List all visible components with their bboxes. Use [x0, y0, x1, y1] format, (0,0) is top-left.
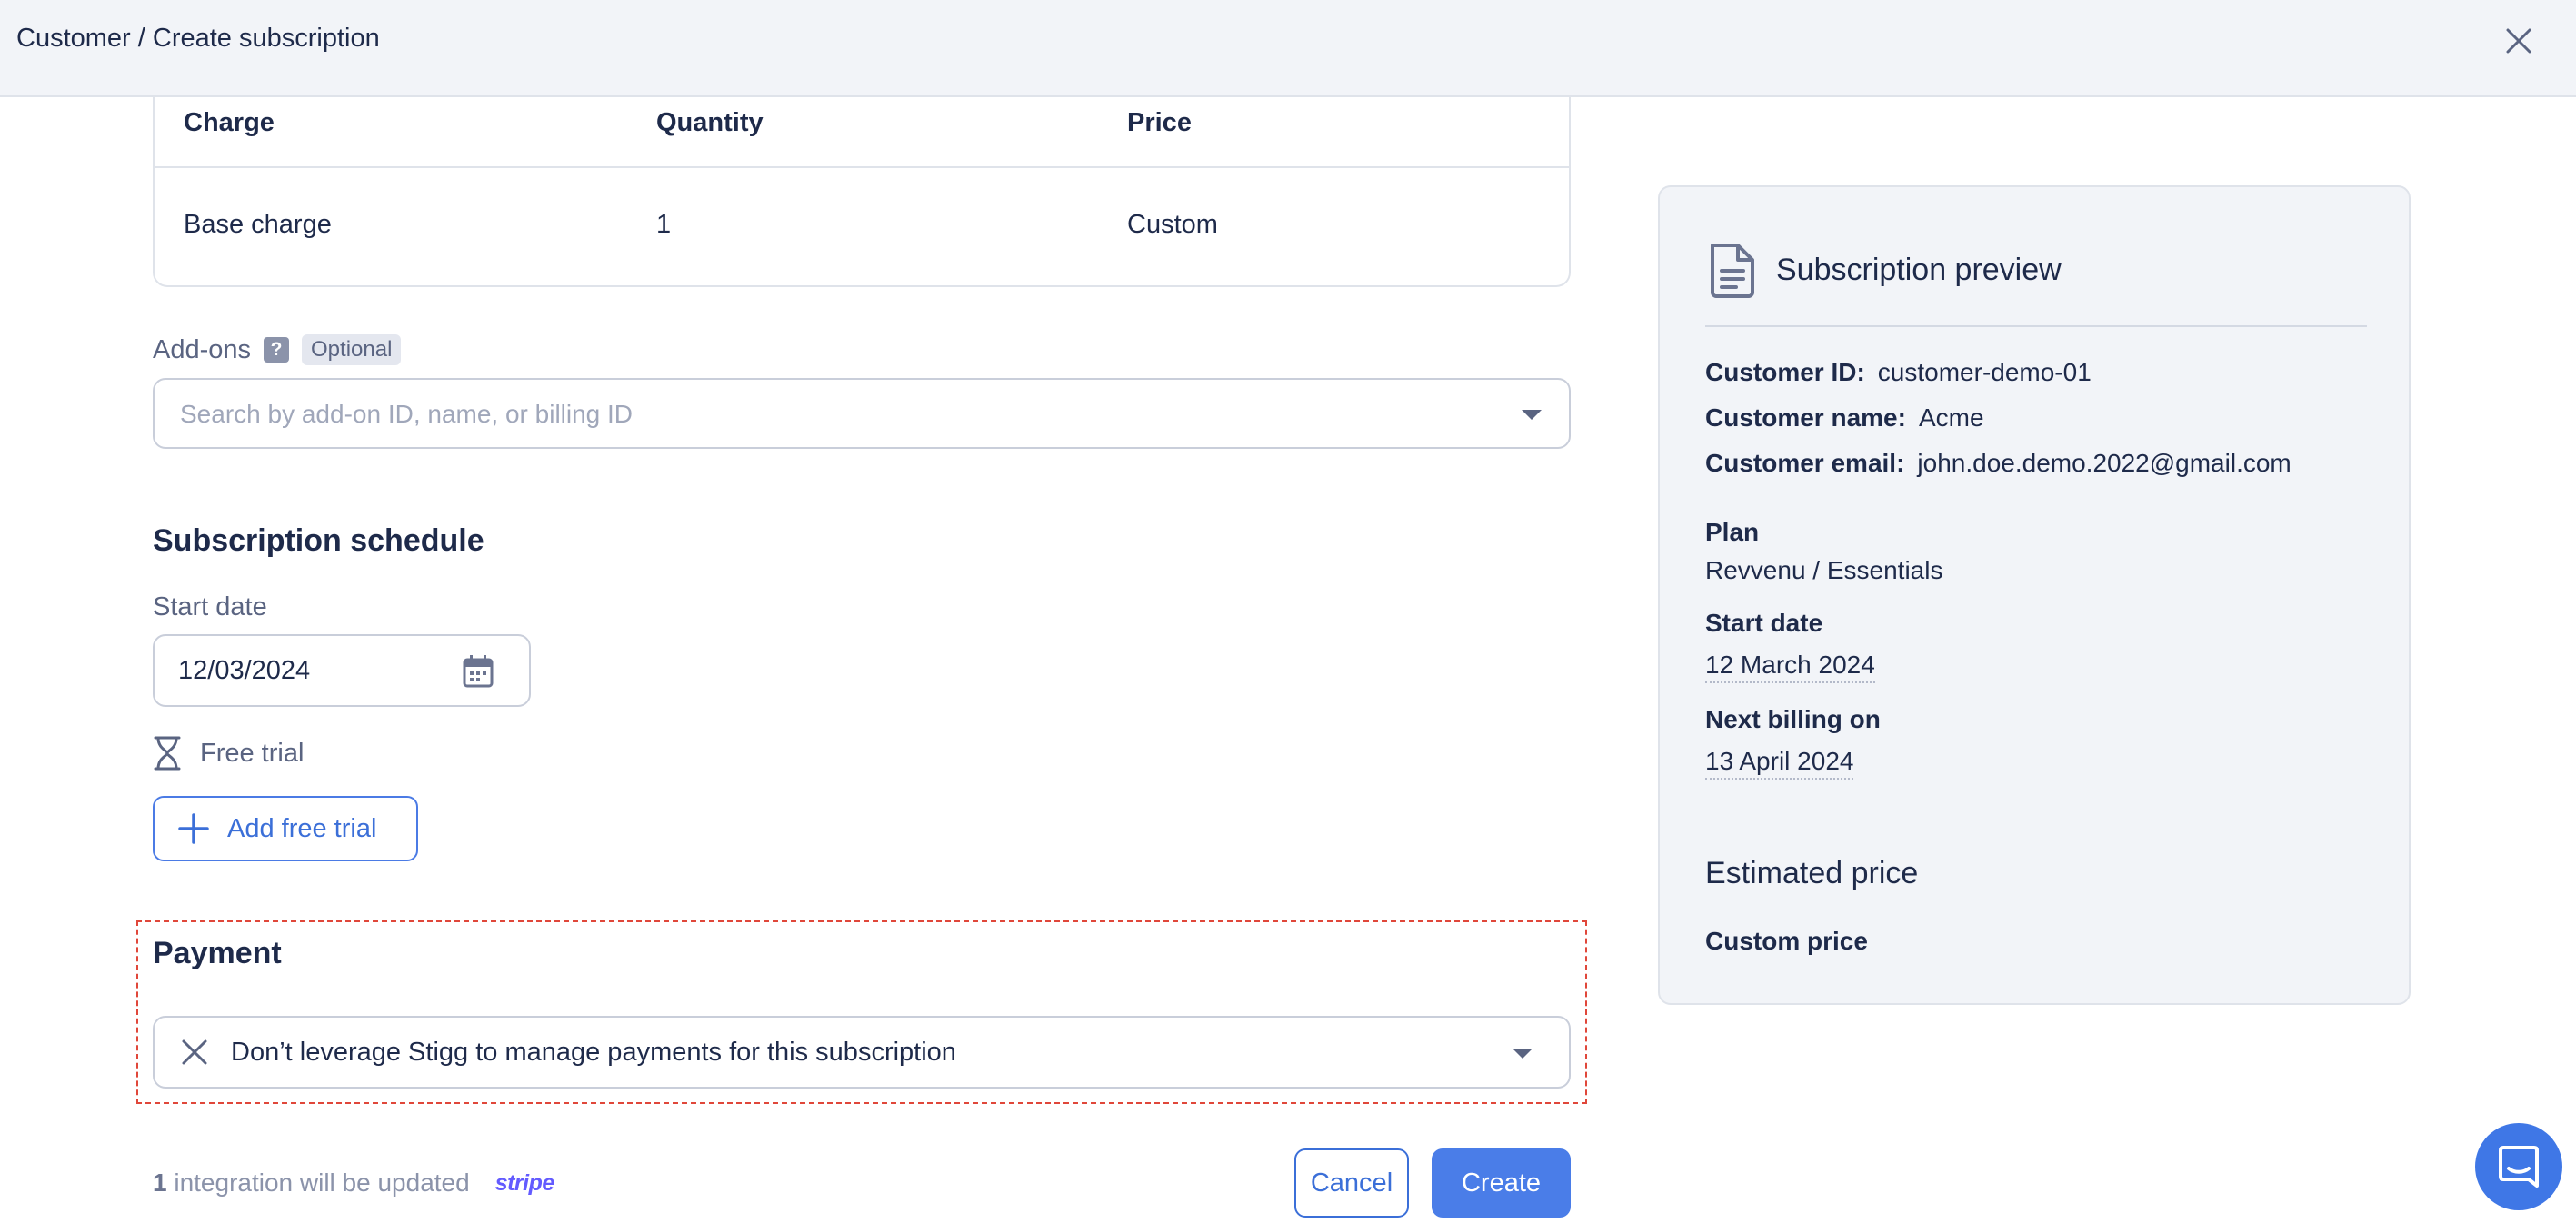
column-header-charge: Charge — [184, 108, 275, 137]
cell-charge: Base charge — [184, 210, 332, 239]
payment-select[interactable]: Don’t leverage Stigg to manage payments … — [153, 1016, 1571, 1089]
close-icon — [2506, 28, 2531, 54]
customer-email-row: Customer email: john.doe.demo.2022@gmail.… — [1705, 449, 2291, 478]
charges-table: Charge Quantity Price Base charge 1 Cust… — [153, 97, 1571, 287]
customer-name-row: Customer name: Acme — [1705, 403, 1984, 433]
cell-price: Custom — [1127, 210, 1218, 239]
payment-title: Payment — [153, 936, 282, 970]
preview-title: Subscription preview — [1776, 252, 2062, 287]
plan-value: Revvenu / Essentials — [1705, 556, 1943, 584]
cancel-button[interactable]: Cancel — [1294, 1148, 1409, 1218]
create-button[interactable]: Create — [1432, 1148, 1571, 1218]
preview-divider — [1705, 325, 2367, 327]
start-date-label: Start date — [153, 592, 267, 621]
payment-select-value: Don’t leverage Stigg to manage payments … — [231, 1038, 956, 1067]
cell-quantity: 1 — [656, 210, 672, 239]
customer-name-value: Acme — [1918, 403, 1984, 432]
stripe-logo: stripe — [494, 1169, 555, 1196]
breadcrumb: Customer / Create subscription — [16, 24, 380, 53]
addons-label-text: Add-ons — [153, 334, 252, 364]
estimated-price-value: Custom price — [1705, 927, 1868, 955]
addons-search-select[interactable]: Search by add-on ID, name, or billing ID — [153, 378, 1571, 449]
integration-count: 1 — [153, 1168, 167, 1197]
free-trial-row: Free trial — [153, 736, 304, 771]
integration-info: 1 integration will be updated stripe — [153, 1168, 554, 1198]
chevron-down-icon — [1522, 410, 1542, 420]
customer-id-value: customer-demo-01 — [1877, 358, 2092, 386]
optional-badge: Optional — [302, 334, 402, 365]
addons-search-placeholder: Search by add-on ID, name, or billing ID — [180, 400, 634, 428]
calendar-icon[interactable] — [462, 654, 494, 689]
next-billing-label: Next billing on — [1705, 705, 1881, 733]
integration-text: integration will be updated — [174, 1168, 470, 1197]
chevron-down-icon — [1513, 1049, 1533, 1059]
customer-name-label: Customer name: — [1705, 403, 1906, 432]
estimated-price-title: Estimated price — [1705, 856, 1919, 890]
add-free-trial-button[interactable]: Add free trial — [153, 796, 418, 861]
chat-launcher-button[interactable] — [2475, 1123, 2562, 1210]
close-button[interactable] — [2498, 20, 2540, 62]
top-bar: Customer / Create subscription — [0, 0, 2576, 97]
help-icon[interactable]: ? — [264, 337, 290, 363]
column-header-price: Price — [1127, 108, 1192, 137]
start-date-value: 12/03/2024 — [178, 656, 311, 685]
plus-icon — [178, 813, 209, 844]
column-header-quantity: Quantity — [656, 108, 764, 137]
schedule-title: Subscription schedule — [153, 523, 484, 558]
customer-id-row: Customer ID: customer-demo-01 — [1705, 358, 2092, 387]
clear-icon — [182, 1039, 207, 1065]
customer-email-value: john.doe.demo.2022@gmail.com — [1917, 449, 2291, 477]
customer-id-label: Customer ID: — [1705, 358, 1865, 386]
subscription-preview-panel: Subscription preview Customer ID: custome… — [1658, 185, 2411, 1005]
free-trial-label: Free trial — [200, 738, 305, 768]
start-date-input[interactable]: 12/03/2024 — [153, 634, 531, 707]
table-divider — [155, 166, 1569, 168]
add-free-trial-label: Add free trial — [227, 813, 377, 843]
chat-icon — [2499, 1146, 2539, 1188]
preview-start-date-label: Start date — [1705, 609, 1823, 637]
addons-label: Add-ons ? Optional — [153, 334, 402, 365]
hourglass-icon — [154, 736, 181, 771]
plan-label: Plan — [1705, 518, 1760, 546]
next-billing-value: 13 April 2024 — [1705, 747, 1854, 780]
document-icon — [1711, 244, 1754, 298]
preview-start-date-value: 12 March 2024 — [1705, 651, 1875, 683]
preview-header: Subscription preview — [1707, 242, 2062, 298]
customer-email-label: Customer email: — [1705, 449, 1905, 477]
